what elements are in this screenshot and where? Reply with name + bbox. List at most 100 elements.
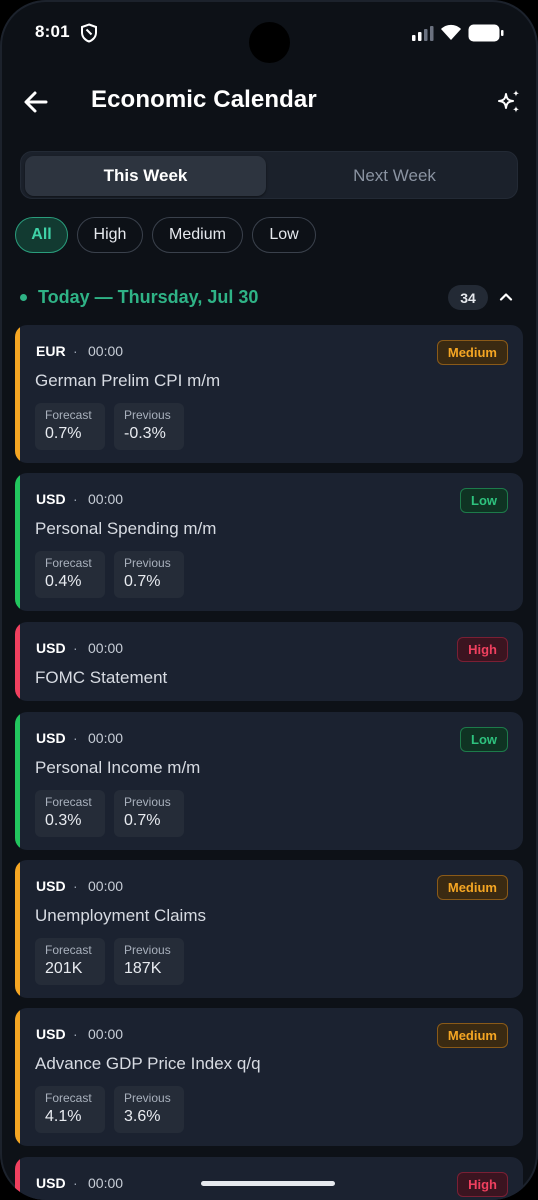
signal-icon <box>412 26 434 41</box>
impact-badge: Medium <box>436 340 508 365</box>
event-name: German Prelim CPI m/m <box>35 371 221 390</box>
event-name: Unemployment Claims <box>35 906 206 925</box>
event-time: 00:00 <box>88 491 124 507</box>
forecast-label: Forecast <box>45 556 92 570</box>
event-separator: · <box>73 1026 78 1042</box>
previous-value: 3.6% <box>124 1108 161 1125</box>
impact-badge: Low <box>460 488 508 513</box>
battery-icon <box>468 24 504 42</box>
event-card[interactable]: USD · 00:00 Low Personal Spending m/m Fo… <box>15 473 523 611</box>
event-time: 00:00 <box>88 343 124 359</box>
tab-this-week[interactable]: This Week <box>25 156 266 196</box>
previous-label: Previous <box>124 943 171 957</box>
forecast-box: Forecast 0.3% <box>35 790 105 837</box>
event-time: 00:00 <box>88 1026 124 1042</box>
forecast-label: Forecast <box>45 795 92 809</box>
forecast-value: 0.3% <box>45 812 82 829</box>
event-time: 00:00 <box>88 730 124 746</box>
impact-badge: Medium <box>436 1023 508 1048</box>
event-time: 00:00 <box>88 878 124 894</box>
wifi-icon <box>441 24 461 40</box>
impact-bar <box>15 1157 20 1200</box>
filter-high[interactable]: High <box>77 217 143 253</box>
previous-box: Previous 0.7% <box>114 790 184 837</box>
impact-badge: High <box>457 1172 508 1197</box>
event-card[interactable]: EUR · 00:00 Medium German Prelim CPI m/m… <box>15 325 523 463</box>
event-separator: · <box>73 640 78 656</box>
previous-value: 0.7% <box>124 573 161 590</box>
event-count-badge: 34 <box>448 285 488 310</box>
previous-value: -0.3% <box>124 425 166 442</box>
forecast-box: Forecast 4.1% <box>35 1086 105 1133</box>
event-currency: USD <box>36 1026 66 1042</box>
back-arrow-icon[interactable] <box>22 88 50 116</box>
event-currency: USD <box>36 491 66 507</box>
event-card[interactable]: USD · 00:00 High <box>15 1157 523 1200</box>
previous-value: 187K <box>124 960 162 977</box>
app-header: Economic Calendar <box>0 70 538 134</box>
forecast-value: 0.4% <box>45 573 82 590</box>
previous-box: Previous 3.6% <box>114 1086 184 1133</box>
filter-medium[interactable]: Medium <box>152 217 243 253</box>
forecast-value: 4.1% <box>45 1108 82 1125</box>
impact-filter-chips: All High Medium Low <box>15 217 316 253</box>
page-title: Economic Calendar <box>91 86 317 113</box>
previous-label: Previous <box>124 1091 171 1105</box>
impact-bar <box>15 622 20 701</box>
event-currency: USD <box>36 1175 66 1191</box>
event-currency: USD <box>36 640 66 656</box>
impact-badge: High <box>457 637 508 662</box>
event-card[interactable]: USD · 00:00 High FOMC Statement <box>15 622 523 701</box>
phone-screen: 8:01 Economic Calendar This Week Next We… <box>0 0 538 1200</box>
event-time: 00:00 <box>88 640 124 656</box>
impact-badge: Medium <box>436 875 508 900</box>
event-separator: · <box>73 491 78 507</box>
previous-label: Previous <box>124 556 171 570</box>
status-time: 8:01 <box>35 22 70 41</box>
event-card[interactable]: USD · 00:00 Medium Unemployment Claims F… <box>15 860 523 998</box>
previous-box: Previous 0.7% <box>114 551 184 598</box>
section-date-title: Today — Thursday, Jul 30 <box>38 287 259 307</box>
previous-box: Previous 187K <box>114 938 184 985</box>
forecast-box: Forecast 0.7% <box>35 403 105 450</box>
forecast-label: Forecast <box>45 1091 92 1105</box>
today-dot-icon <box>20 294 27 301</box>
day-section-header[interactable]: Today — Thursday, Jul 30 34 <box>0 280 538 314</box>
impact-bar <box>15 1008 20 1146</box>
event-separator: · <box>73 343 78 359</box>
event-card[interactable]: USD · 00:00 Medium Advance GDP Price Ind… <box>15 1008 523 1146</box>
forecast-value: 0.7% <box>45 425 82 442</box>
previous-box: Previous -0.3% <box>114 403 184 450</box>
filter-low[interactable]: Low <box>252 217 316 253</box>
previous-label: Previous <box>124 408 171 422</box>
forecast-label: Forecast <box>45 943 92 957</box>
event-name: Advance GDP Price Index q/q <box>35 1054 261 1073</box>
event-separator: · <box>73 730 78 746</box>
forecast-value: 201K <box>45 960 83 977</box>
home-indicator[interactable] <box>201 1181 335 1186</box>
shield-icon <box>81 23 97 43</box>
event-currency: USD <box>36 730 66 746</box>
previous-label: Previous <box>124 795 171 809</box>
forecast-label: Forecast <box>45 408 92 422</box>
event-currency: EUR <box>36 343 66 359</box>
impact-bar <box>15 325 20 463</box>
event-card[interactable]: USD · 00:00 Low Personal Income m/m Fore… <box>15 712 523 850</box>
camera-cutout <box>249 22 290 63</box>
impact-bar <box>15 712 20 850</box>
event-name: Personal Spending m/m <box>35 519 217 538</box>
filter-all[interactable]: All <box>15 217 68 253</box>
event-currency: USD <box>36 878 66 894</box>
impact-badge: Low <box>460 727 508 752</box>
chevron-up-icon[interactable] <box>496 287 516 307</box>
status-bar: 8:01 <box>0 0 538 66</box>
event-name: Personal Income m/m <box>35 758 201 777</box>
previous-value: 0.7% <box>124 812 161 829</box>
event-separator: · <box>73 878 78 894</box>
sparkles-icon[interactable] <box>494 87 524 117</box>
event-separator: · <box>73 1175 78 1191</box>
event-name: FOMC Statement <box>35 668 168 687</box>
impact-bar <box>15 473 20 611</box>
tab-next-week[interactable]: Next Week <box>274 156 515 196</box>
forecast-box: Forecast 0.4% <box>35 551 105 598</box>
